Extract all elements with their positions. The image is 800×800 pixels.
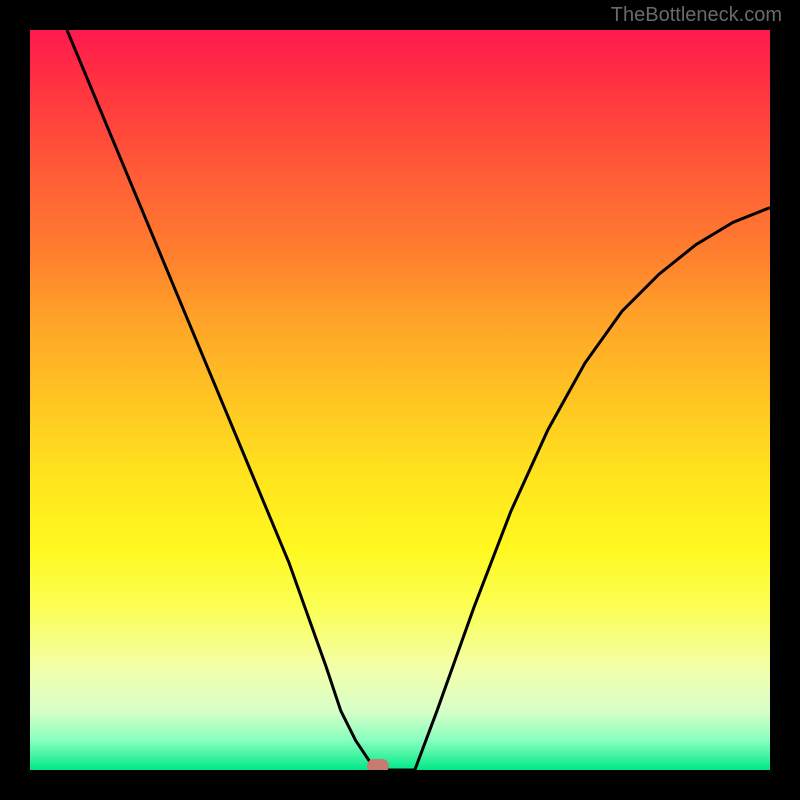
watermark-text: TheBottleneck.com (611, 4, 782, 27)
optimum-marker (367, 759, 389, 770)
curve-path (67, 30, 770, 770)
bottleneck-curve (30, 30, 770, 770)
plot-area (30, 30, 770, 770)
